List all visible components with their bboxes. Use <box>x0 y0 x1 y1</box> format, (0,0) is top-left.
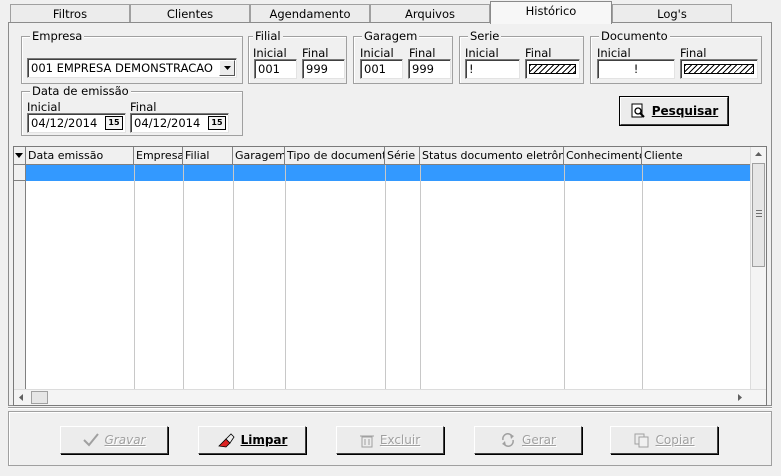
copiar-button[interactable]: Copiar <box>610 426 718 454</box>
column-header[interactable]: Empresa <box>134 147 183 164</box>
grid-header: Data emissão Empresa Filial Garagem Tipo… <box>14 147 752 165</box>
filial-final-label: Final <box>302 46 329 60</box>
scroll-right-icon[interactable] <box>738 394 742 401</box>
filial-final-input[interactable]: 999 <box>302 59 345 79</box>
row-indicator[interactable] <box>14 165 25 181</box>
gravar-button[interactable]: Gravar <box>60 426 168 454</box>
header-indicator <box>14 147 26 164</box>
search-document-icon <box>631 103 645 118</box>
check-icon <box>82 433 99 447</box>
data-final-value: 04/12/2014 <box>134 116 201 130</box>
data-emissao-title: Data de emissão <box>30 84 131 98</box>
column-header[interactable]: Status documento eletrônico <box>420 147 564 164</box>
serie-title: Serie <box>468 29 502 43</box>
empresa-value: 001 EMPRESA DEMONSTRACAO <box>31 61 213 75</box>
garagem-inicial-label: Inicial <box>360 46 394 60</box>
serie-group: Serie Inicial Final ! <box>459 29 584 84</box>
gerar-button[interactable]: Gerar <box>474 426 582 454</box>
action-bar: Gravar Limpar Excluir Gerar Copiar <box>8 411 772 466</box>
filial-inicial-label: Inicial <box>253 46 287 60</box>
copiar-label: Copiar <box>655 433 695 447</box>
vertical-scrollbar[interactable] <box>750 147 766 389</box>
excluir-label: Excluir <box>379 433 421 447</box>
column-divider <box>233 165 234 389</box>
column-divider <box>285 165 286 389</box>
calendar-icon[interactable]: 15 <box>105 116 123 130</box>
historico-grid[interactable]: Data emissão Empresa Filial Garagem Tipo… <box>13 146 767 406</box>
column-divider <box>564 165 565 389</box>
pesquisar-label: Pesquisar <box>651 104 719 118</box>
trash-icon <box>359 435 374 447</box>
separator <box>8 407 772 409</box>
garagem-title: Garagem <box>362 29 420 43</box>
data-inicial-value: 04/12/2014 <box>31 116 98 130</box>
garagem-group: Garagem Inicial Final 001 999 <box>353 29 453 84</box>
garagem-final-input[interactable]: 999 <box>408 59 451 79</box>
data-inicial-input[interactable]: 04/12/2014 15 <box>27 113 126 133</box>
scroll-left-icon[interactable] <box>19 394 23 401</box>
row-indicator-column <box>14 165 26 389</box>
column-header[interactable]: Conhecimento <box>564 147 642 164</box>
documento-group: Documento Inicial Final ! <box>590 29 762 84</box>
tab-agendamento[interactable]: Agendamento <box>250 4 370 23</box>
garagem-inicial-input[interactable]: 001 <box>360 59 403 79</box>
data-inicial-label: Inicial <box>27 100 61 114</box>
filial-title: Filial <box>253 29 283 43</box>
column-divider <box>420 165 421 389</box>
documento-inicial-input[interactable]: ! <box>597 59 675 79</box>
max-value-pattern <box>684 64 754 74</box>
gerar-label: Gerar <box>522 433 556 447</box>
documento-final-label: Final <box>680 46 707 60</box>
data-final-label: Final <box>130 100 157 114</box>
documento-title: Documento <box>599 29 670 43</box>
chevron-down-icon[interactable] <box>219 60 235 76</box>
empresa-title: Empresa <box>30 29 85 43</box>
column-header[interactable]: Tipo de documento <box>285 147 385 164</box>
gravar-label: Gravar <box>104 433 146 447</box>
garagem-final-label: Final <box>409 46 436 60</box>
column-divider <box>134 165 135 389</box>
max-value-pattern <box>529 64 576 74</box>
column-divider <box>385 165 386 389</box>
empresa-select[interactable]: 001 EMPRESA DEMONSTRACAO <box>27 58 237 78</box>
data-emissao-group: Data de emissão Inicial Final 04/12/2014… <box>21 84 243 136</box>
horizontal-scrollbar[interactable] <box>14 389 766 405</box>
tab-clientes[interactable]: Clientes <box>130 4 250 23</box>
filial-group: Filial Inicial Final 001 999 <box>248 29 347 84</box>
calendar-icon[interactable]: 15 <box>208 116 226 130</box>
serie-inicial-label: Inicial <box>465 46 499 60</box>
limpar-button[interactable]: Limpar <box>198 426 306 454</box>
column-header[interactable]: Série <box>385 147 420 164</box>
documento-final-input[interactable] <box>680 59 758 79</box>
scroll-up-icon[interactable] <box>755 152 762 156</box>
limpar-label: Limpar <box>240 433 288 447</box>
excluir-button[interactable]: Excluir <box>336 426 444 454</box>
tab-filtros[interactable]: Filtros <box>10 4 130 23</box>
copy-icon <box>634 433 649 447</box>
data-final-input[interactable]: 04/12/2014 15 <box>130 113 229 133</box>
column-header[interactable]: Garagem <box>233 147 285 164</box>
tab-strip: Filtros Clientes Agendamento Arquivos Hi… <box>10 1 770 24</box>
column-divider <box>183 165 184 389</box>
column-header[interactable]: Cliente <box>642 147 752 164</box>
column-header[interactable]: Filial <box>183 147 233 164</box>
serie-final-input[interactable] <box>525 59 580 79</box>
horizontal-scroll-thumb[interactable] <box>31 391 48 404</box>
column-divider <box>642 165 643 389</box>
eraser-icon <box>217 433 235 448</box>
tab-historico[interactable]: Histórico <box>490 1 612 24</box>
serie-final-label: Final <box>525 46 552 60</box>
column-header[interactable]: Data emissão <box>26 147 134 164</box>
vertical-scroll-thumb[interactable] <box>752 163 765 267</box>
tab-arquivos[interactable]: Arquivos <box>370 4 490 23</box>
documento-inicial-label: Inicial <box>597 46 631 60</box>
tab-logs[interactable]: Log's <box>612 4 732 23</box>
empresa-group: Empresa 001 EMPRESA DEMONSTRACAO <box>21 29 243 84</box>
refresh-icon <box>502 433 515 447</box>
filial-inicial-input[interactable]: 001 <box>254 59 297 79</box>
serie-inicial-input[interactable]: ! <box>465 59 520 79</box>
pesquisar-button[interactable]: Pesquisar <box>619 96 729 126</box>
